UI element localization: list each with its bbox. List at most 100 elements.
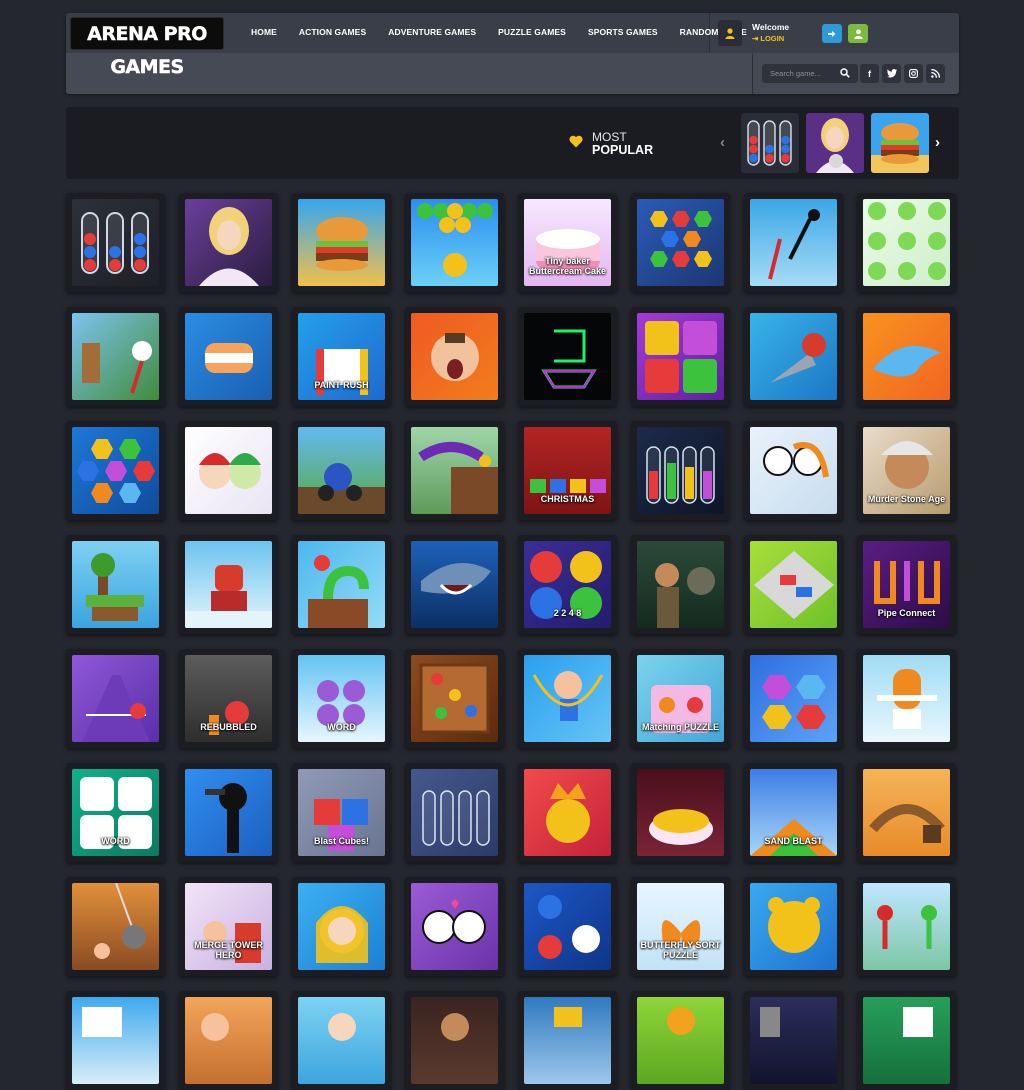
game-tile[interactable] xyxy=(857,763,956,862)
nav-home[interactable]: HOME xyxy=(251,27,277,37)
game-tile[interactable] xyxy=(66,991,165,1090)
game-tile[interactable] xyxy=(744,193,843,292)
game-thumbnail xyxy=(298,883,385,970)
nav-sports-games[interactable]: SPORTS GAMES xyxy=(588,27,658,37)
search-icon[interactable] xyxy=(840,68,850,78)
game-tile[interactable] xyxy=(405,763,504,862)
game-tile[interactable]: PAINT RUSH xyxy=(292,307,391,406)
game-tile[interactable] xyxy=(179,763,278,862)
game-tile[interactable]: SAND BLAST xyxy=(744,763,843,862)
popular-game-thumb[interactable] xyxy=(806,113,864,173)
sign-in-button[interactable] xyxy=(822,24,842,43)
game-tile[interactable] xyxy=(66,193,165,292)
game-tile[interactable]: Blast Cubes! xyxy=(292,763,391,862)
instagram-icon[interactable] xyxy=(904,64,923,83)
nav-action-games[interactable]: ACTION GAMES xyxy=(299,27,366,37)
register-button[interactable] xyxy=(848,24,868,43)
facebook-icon[interactable]: f xyxy=(860,64,879,83)
game-tile[interactable] xyxy=(631,535,730,634)
game-tile[interactable] xyxy=(405,649,504,748)
game-tile[interactable] xyxy=(518,307,617,406)
game-tile[interactable]: Murder Stone Age xyxy=(857,421,956,520)
game-tile[interactable] xyxy=(179,991,278,1090)
game-thumbnail xyxy=(298,541,385,628)
game-tile[interactable] xyxy=(292,877,391,976)
rss-icon[interactable] xyxy=(926,64,945,83)
game-tile[interactable]: WORD xyxy=(66,763,165,862)
game-tile[interactable] xyxy=(405,307,504,406)
game-tile[interactable]: Tiny baker Buttercream Cake xyxy=(518,193,617,292)
popular-game-thumb[interactable] xyxy=(871,113,929,173)
game-thumbnail xyxy=(185,313,272,400)
game-tile[interactable]: BUTTERFLY SORT PUZZLE xyxy=(631,877,730,976)
login-arrow-icon: ⇥ xyxy=(752,34,759,43)
game-thumbnail xyxy=(185,541,272,628)
nav-adventure-games[interactable]: ADVENTURE GAMES xyxy=(388,27,476,37)
game-thumbnail xyxy=(637,313,724,400)
game-title: Murder Stone Age xyxy=(867,494,946,504)
twitter-icon[interactable] xyxy=(882,64,901,83)
game-tile[interactable] xyxy=(518,649,617,748)
game-tile[interactable] xyxy=(179,421,278,520)
game-tile[interactable] xyxy=(66,421,165,520)
game-thumbnail xyxy=(750,199,837,286)
game-tile[interactable]: WORD xyxy=(292,649,391,748)
game-tile[interactable] xyxy=(744,535,843,634)
game-tile[interactable] xyxy=(179,535,278,634)
user-avatar[interactable] xyxy=(718,20,742,46)
site-logo[interactable]: ARENA PRO GAMES xyxy=(70,17,224,78)
login-link[interactable]: ⇥ LOGIN xyxy=(752,34,784,43)
game-thumbnail: WORD xyxy=(72,769,159,856)
game-tile[interactable] xyxy=(405,421,504,520)
game-tile[interactable] xyxy=(631,991,730,1090)
game-tile[interactable] xyxy=(518,991,617,1090)
popular-game-thumb[interactable] xyxy=(741,113,799,173)
game-tile[interactable] xyxy=(66,307,165,406)
game-tile[interactable] xyxy=(857,991,956,1090)
carousel-next-icon[interactable]: › xyxy=(935,134,940,151)
game-tile[interactable] xyxy=(292,193,391,292)
game-tile[interactable] xyxy=(405,991,504,1090)
game-tile[interactable] xyxy=(292,991,391,1090)
game-thumbnail: BUTTERFLY SORT PUZZLE xyxy=(637,883,724,970)
game-tile[interactable]: Matching PUZZLE xyxy=(631,649,730,748)
game-tile[interactable] xyxy=(66,535,165,634)
game-tile[interactable]: 2 2 4 8 xyxy=(518,535,617,634)
game-tile[interactable] xyxy=(744,307,843,406)
game-tile[interactable] xyxy=(744,649,843,748)
game-tile[interactable]: REBUBBLED xyxy=(179,649,278,748)
game-tile[interactable] xyxy=(744,991,843,1090)
carousel-prev-icon[interactable]: ‹ xyxy=(720,134,725,151)
nav-puzzle-games[interactable]: PUZZLE GAMES xyxy=(498,27,566,37)
game-tile[interactable] xyxy=(744,421,843,520)
game-tile[interactable] xyxy=(66,649,165,748)
game-thumbnail xyxy=(637,541,724,628)
game-tile[interactable] xyxy=(631,307,730,406)
game-tile[interactable] xyxy=(857,193,956,292)
game-tile[interactable] xyxy=(744,877,843,976)
game-tile[interactable] xyxy=(179,193,278,292)
game-tile[interactable] xyxy=(631,421,730,520)
game-tile[interactable]: MERGE TOWER HERO xyxy=(179,877,278,976)
game-thumbnail xyxy=(298,427,385,514)
game-tile[interactable] xyxy=(292,535,391,634)
game-tile[interactable] xyxy=(292,421,391,520)
heart-icon xyxy=(569,135,583,148)
game-tile[interactable] xyxy=(518,763,617,862)
game-thumbnail: CHRISTMAS xyxy=(524,427,611,514)
game-tile[interactable] xyxy=(405,193,504,292)
game-tile[interactable] xyxy=(405,535,504,634)
game-tile[interactable] xyxy=(631,193,730,292)
game-tile[interactable] xyxy=(857,649,956,748)
game-tile[interactable]: Pipe Connect xyxy=(857,535,956,634)
game-tile[interactable]: CHRISTMAS xyxy=(518,421,617,520)
game-tile[interactable] xyxy=(631,763,730,862)
game-tile[interactable] xyxy=(857,877,956,976)
game-tile[interactable] xyxy=(518,877,617,976)
game-tile[interactable] xyxy=(857,307,956,406)
game-tile[interactable] xyxy=(66,877,165,976)
game-thumbnail xyxy=(863,313,950,400)
game-thumbnail: Murder Stone Age xyxy=(863,427,950,514)
game-tile[interactable] xyxy=(405,877,504,976)
game-tile[interactable] xyxy=(179,307,278,406)
